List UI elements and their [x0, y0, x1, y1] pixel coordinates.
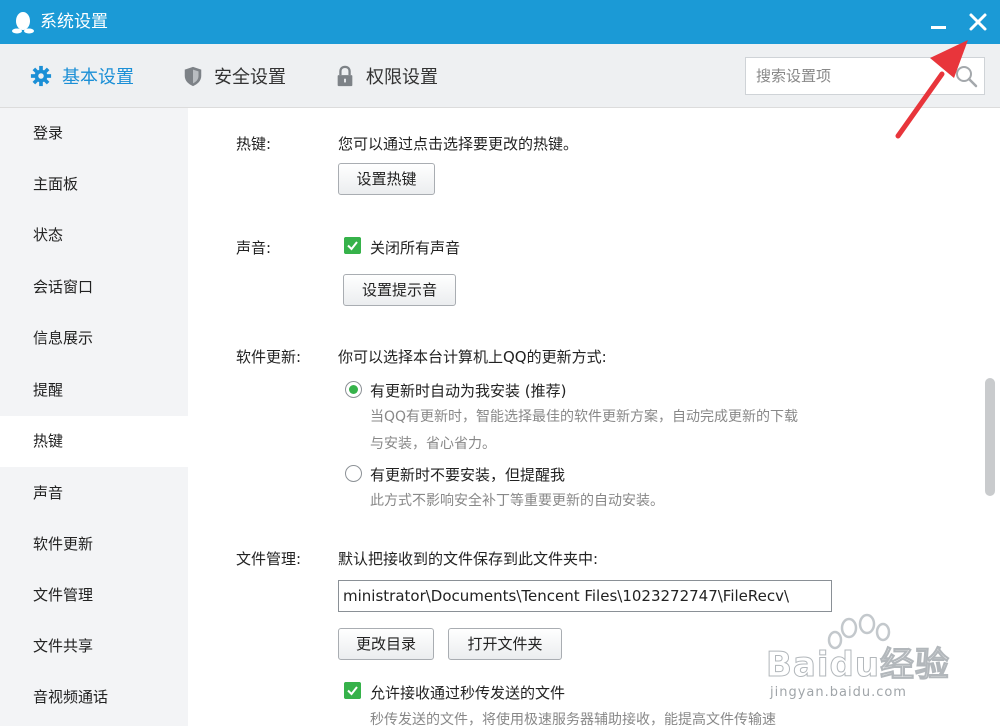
- update-notify-radio[interactable]: [345, 465, 362, 482]
- sidebar-item-reminder[interactable]: 提醒: [0, 365, 188, 416]
- window-title: 系统设置: [40, 12, 108, 32]
- minimize-button[interactable]: [924, 8, 954, 38]
- sidebar-item-main-panel[interactable]: 主面板: [0, 159, 188, 210]
- lock-icon: [337, 65, 353, 87]
- tab-permission-settings[interactable]: 权限设置: [334, 62, 438, 90]
- minimize-icon: [931, 26, 946, 29]
- sidebar-item-status[interactable]: 状态: [0, 210, 188, 261]
- set-hotkey-button[interactable]: 设置热键: [338, 163, 435, 195]
- tab-label: 权限设置: [366, 67, 438, 88]
- fast-transfer-desc: 秒传发送的文件，将使用极速服务器辅助接收，能提高文件传输速: [370, 712, 776, 726]
- update-notify-label: 有更新时不要安装，但提醒我: [370, 466, 566, 484]
- set-notification-sound-button[interactable]: 设置提示音: [343, 274, 456, 306]
- sidebar-item-info-display[interactable]: 信息展示: [0, 313, 188, 364]
- qq-penguin-icon: [12, 12, 34, 34]
- mute-all-label: 关闭所有声音: [370, 239, 461, 257]
- close-button[interactable]: [962, 6, 994, 38]
- update-auto-label: 有更新时自动为我安装 (推荐): [370, 382, 567, 400]
- mute-all-checkbox[interactable]: [344, 237, 361, 254]
- shield-icon: [184, 66, 202, 87]
- sound-label: 声音:: [236, 239, 272, 257]
- tab-basic-settings[interactable]: 基本设置: [30, 62, 134, 90]
- sidebar-item-av-call[interactable]: 音视频通话: [0, 672, 188, 723]
- fast-transfer-label: 允许接收通过秒传发送的文件: [370, 684, 566, 702]
- file-management-label: 文件管理:: [236, 550, 302, 568]
- sidebar-item-software-update[interactable]: 软件更新: [0, 519, 188, 570]
- update-label: 软件更新:: [236, 348, 302, 366]
- gear-icon: [30, 65, 52, 87]
- update-auto-radio[interactable]: [345, 381, 362, 398]
- watermark-brand: Baidu经验: [765, 645, 951, 686]
- tab-label: 基本设置: [62, 67, 134, 88]
- update-auto-desc: 当QQ有更新时，智能选择最佳的软件更新方案，自动完成更新的下载: [370, 409, 799, 425]
- title-bar: 系统设置: [0, 0, 1000, 44]
- tab-bar: 基本设置 安全设置 权限设置: [0, 44, 1000, 108]
- file-management-description: 默认把接收到的文件保存到此文件夹中:: [338, 550, 599, 568]
- sidebar: 登录 主面板 状态 会话窗口 信息展示 提醒 热键 声音 软件更新 文件管理 文…: [0, 108, 188, 726]
- sidebar-item-file-sharing[interactable]: 文件共享: [0, 621, 188, 672]
- sidebar-item-chat-window[interactable]: 会话窗口: [0, 262, 188, 313]
- sidebar-item-login[interactable]: 登录: [0, 108, 188, 159]
- content-scrollbar[interactable]: [982, 108, 1000, 726]
- watermark-url: jingyan.baidu.com: [770, 685, 907, 700]
- hotkey-description: 您可以通过点击选择要更改的热键。: [338, 135, 579, 153]
- save-path-field[interactable]: [338, 580, 832, 612]
- search-box: [745, 57, 985, 95]
- sidebar-item-file-management[interactable]: 文件管理: [0, 570, 188, 621]
- hotkey-label: 热键:: [236, 135, 272, 153]
- tab-label: 安全设置: [214, 67, 286, 88]
- search-icon[interactable]: [954, 64, 978, 88]
- fast-transfer-checkbox[interactable]: [344, 682, 361, 699]
- tab-security-settings[interactable]: 安全设置: [182, 62, 286, 90]
- update-auto-desc-2: 与安装，省心省力。: [370, 436, 496, 452]
- scrollbar-thumb[interactable]: [985, 378, 995, 496]
- search-input[interactable]: [746, 58, 951, 94]
- sidebar-item-hotkey[interactable]: 热键: [0, 416, 188, 467]
- update-notify-desc: 此方式不影响安全补丁等重要更新的自动安装。: [370, 493, 664, 509]
- sidebar-item-sound[interactable]: 声音: [0, 468, 188, 519]
- open-folder-button[interactable]: 打开文件夹: [448, 628, 562, 660]
- change-directory-button[interactable]: 更改目录: [338, 628, 434, 660]
- update-description: 你可以选择本台计算机上QQ的更新方式:: [338, 348, 607, 366]
